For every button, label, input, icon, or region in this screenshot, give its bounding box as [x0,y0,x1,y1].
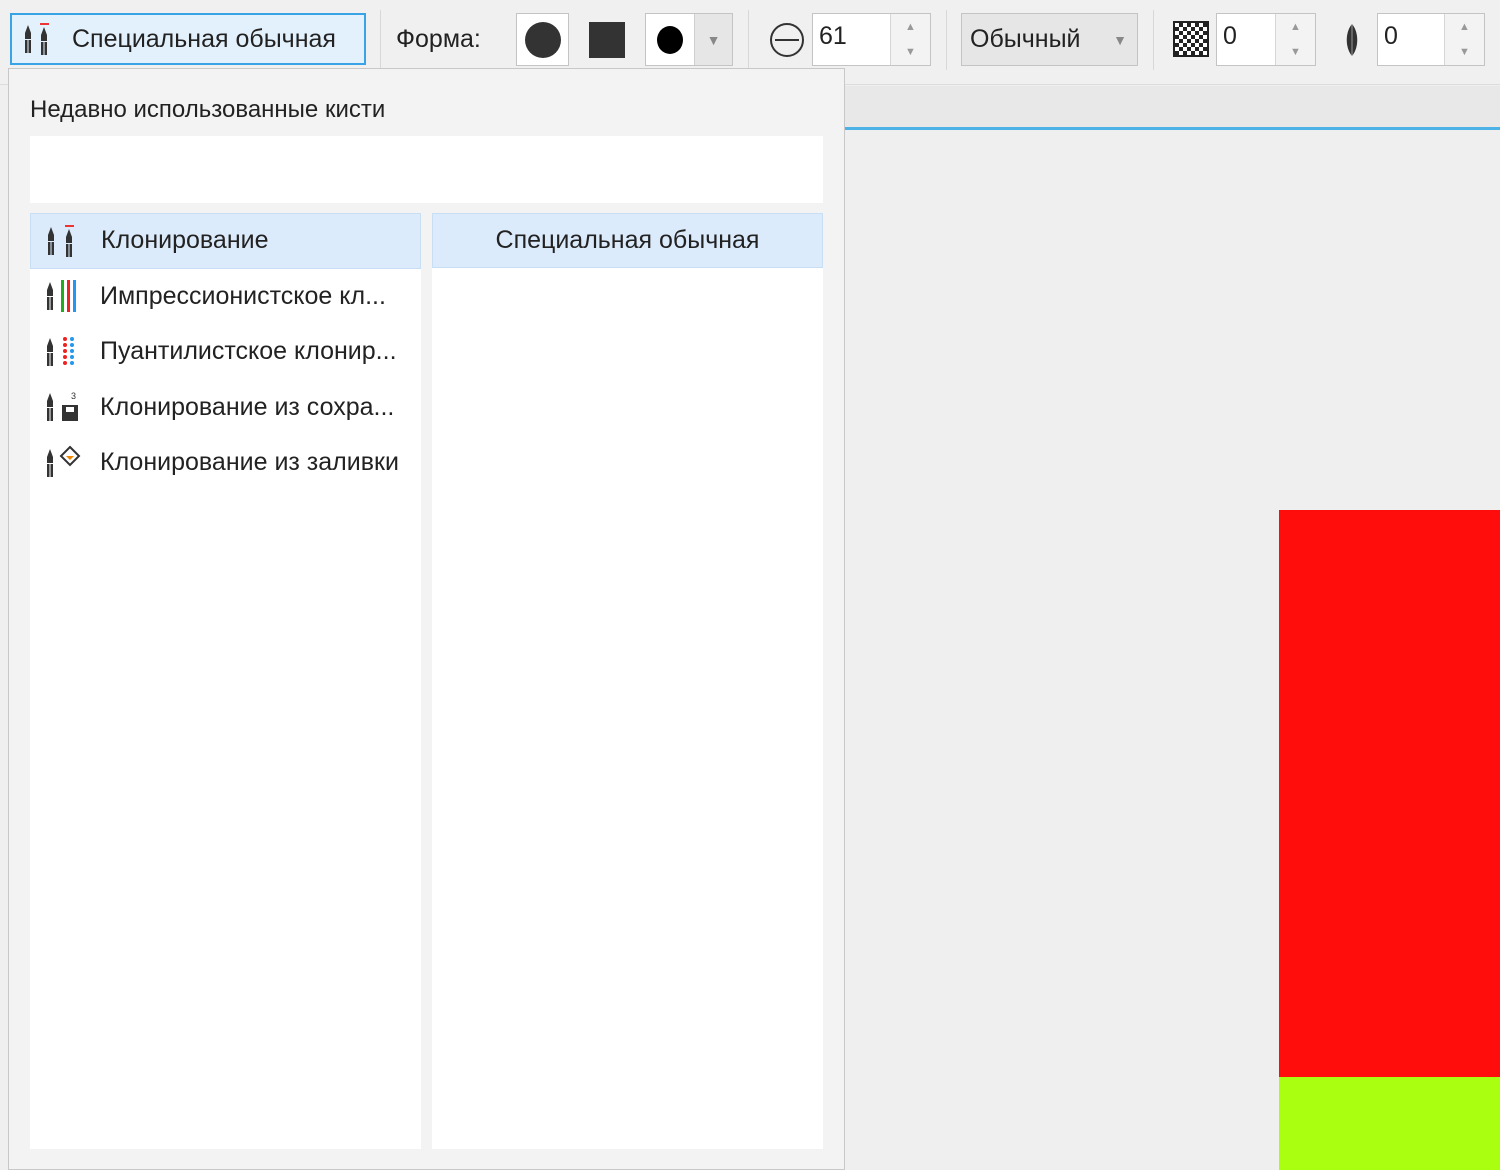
brush-picker-button[interactable]: Специальная обычная [10,13,366,65]
recent-brushes-area [30,136,823,203]
category-item-pointillist[interactable]: Пуантилистское клонир... [30,324,421,380]
recent-brushes-title: Недавно использованные кисти [30,96,386,123]
clone-icon [48,224,74,257]
transparency-spinbox[interactable]: 0 ▲ ▼ [1216,13,1316,66]
category-item-clone-from-fill[interactable]: Клонирование из заливки [30,435,421,491]
square-shape-button[interactable] [589,22,625,58]
impressionist-clone-icon [47,280,76,313]
category-item-clone-from-saved[interactable]: 3 Клонирование из сохра... [30,380,421,436]
clone-from-saved-icon: 3 [47,391,78,422]
brush-picker-label: Специальная обычная [72,24,336,53]
brush-item-special-normal[interactable]: Специальная обычная [432,213,823,268]
shape-label: Форма: [396,25,481,53]
blend-mode-dropdown[interactable]: Обычный ▼ [961,13,1138,66]
transparency-icon [1173,21,1209,57]
document-tab-strip [845,86,1500,130]
nib-icon [657,25,683,54]
brush-list: Специальная обычная [432,213,823,1149]
round-shape-button[interactable] [516,13,569,66]
clone-brush-icon [25,23,49,55]
svg-text:3: 3 [71,391,76,401]
brush-picker-popup: Недавно использованные кисти Клонировани… [8,68,845,1170]
size-icon [770,23,804,57]
chevron-down-icon: ▼ [1113,31,1127,48]
circle-icon [524,21,561,58]
size-spinbox[interactable]: 61 ▲ ▼ [812,13,931,66]
nib-dropdown[interactable]: ▼ [645,13,733,66]
feather-spinbox[interactable]: 0 ▲ ▼ [1377,13,1485,66]
category-item-impressionist[interactable]: Импрессионистское кл... [30,269,421,325]
category-item-clone[interactable]: Клонирование [30,213,421,269]
clone-from-fill-icon [47,445,81,477]
green-rectangle [1279,1077,1500,1170]
pointillist-clone-icon [47,336,74,366]
chevron-down-icon: ▼ [694,14,732,65]
brush-category-list: Клонирование Импрессионистское кл... Пуа… [30,213,421,1149]
feather-icon [1346,24,1358,56]
red-rectangle [1279,510,1500,1077]
